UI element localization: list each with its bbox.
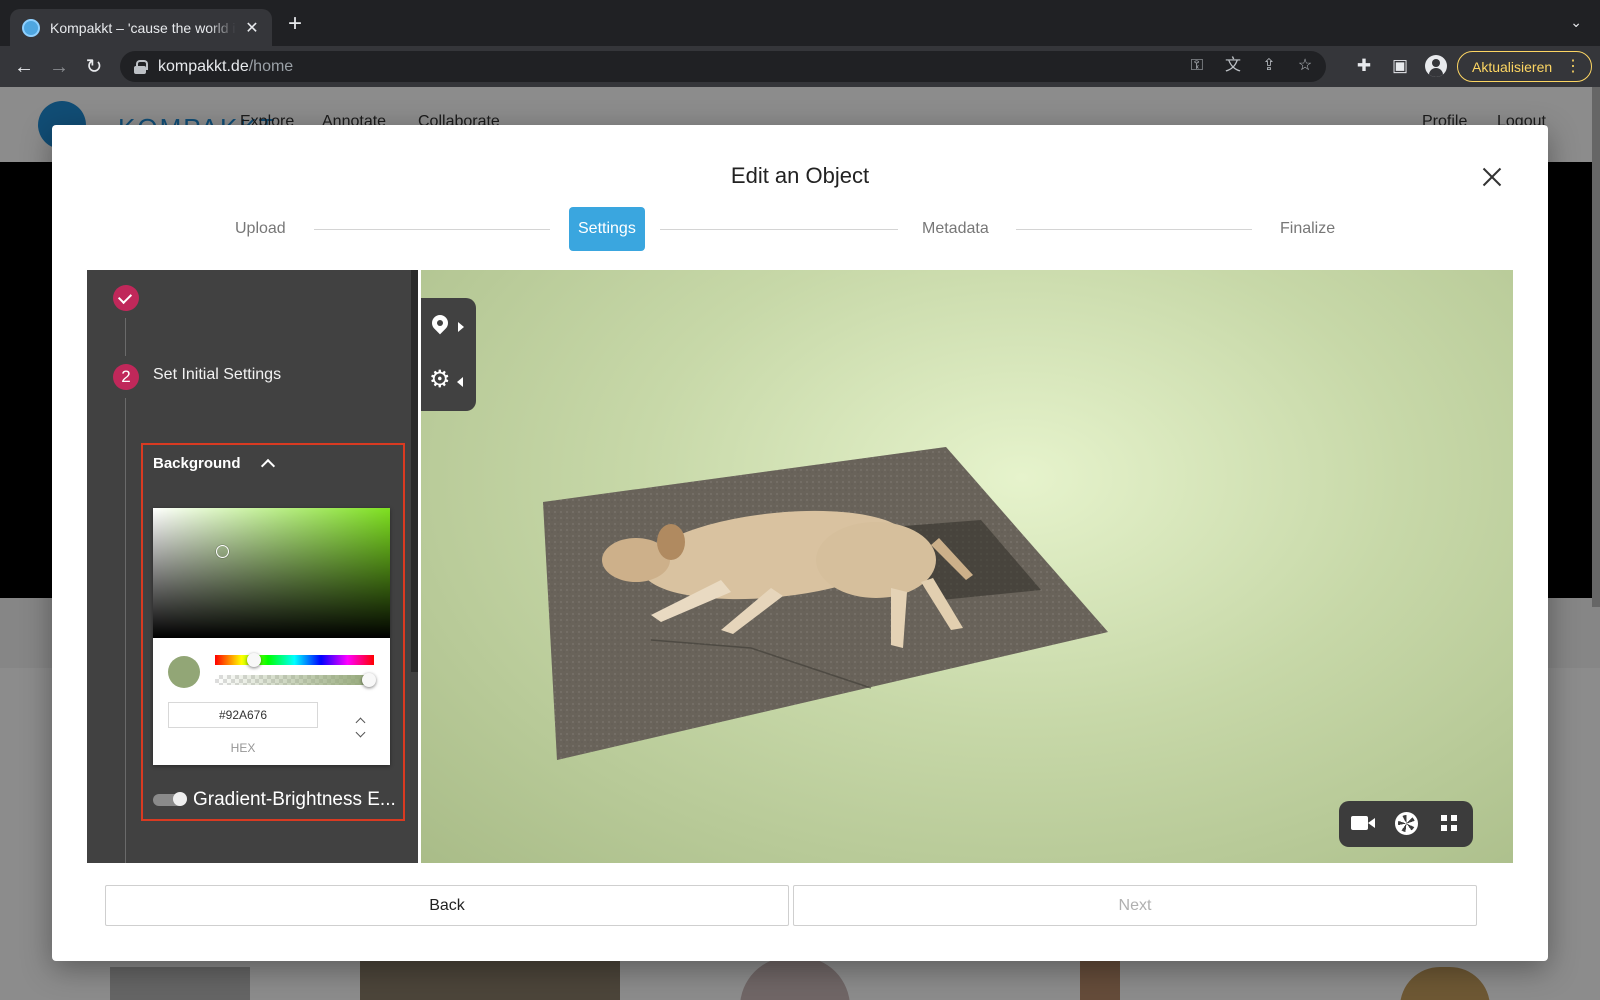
fullscreen-icon[interactable] xyxy=(1441,815,1457,831)
tab-close-icon[interactable]: ✕ xyxy=(242,18,262,38)
hue-slider-knob[interactable] xyxy=(247,653,261,667)
alpha-slider-knob[interactable] xyxy=(362,673,376,687)
step-connector xyxy=(660,229,898,230)
gradient-brightness-toggle[interactable] xyxy=(153,792,187,806)
color-cursor-handle[interactable] xyxy=(216,545,229,558)
url-host: kompakkt.de xyxy=(158,57,249,75)
step-connector-line xyxy=(125,318,126,356)
browser-tab[interactable]: Kompakkt – 'cause the world is 3D ✕ xyxy=(10,9,272,46)
viewer-side-toolbar: ⚙ xyxy=(421,298,476,411)
profile-icon[interactable] xyxy=(1425,55,1447,77)
step-complete-check-icon[interactable] xyxy=(113,285,139,311)
background-settings-section: Background HEX Gradient-Brightness E... xyxy=(141,443,405,821)
alpha-slider[interactable] xyxy=(215,673,376,687)
key-icon[interactable]: ⚿ xyxy=(1186,55,1208,77)
expand-right-icon[interactable] xyxy=(458,322,464,332)
close-icon[interactable] xyxy=(1478,163,1506,191)
sidebar-scrollbar[interactable] xyxy=(411,270,418,672)
step-settings[interactable]: Settings xyxy=(569,207,645,251)
forward-arrow-icon[interactable]: → xyxy=(46,54,72,80)
new-tab-button[interactable]: + xyxy=(288,12,302,36)
step-label[interactable]: Set Initial Settings xyxy=(153,366,281,384)
video-camera-icon[interactable] xyxy=(1351,816,1375,830)
hex-input[interactable] xyxy=(168,702,318,728)
browser-tabstrip: Kompakkt – 'cause the world is 3D ✕ + ⌄ xyxy=(0,0,1600,46)
chevron-up-icon[interactable] xyxy=(260,458,276,474)
extensions-icon[interactable]: ✚ xyxy=(1352,54,1376,78)
location-pin-icon[interactable] xyxy=(428,311,452,335)
share-icon[interactable]: ⇪ xyxy=(1258,55,1280,77)
collapse-left-icon[interactable] xyxy=(457,377,463,387)
address-bar[interactable]: kompakkt.de /home ⚿ 文 ⇪ ☆ xyxy=(120,51,1326,82)
kompakkt-favicon-icon xyxy=(22,18,40,37)
step-connector-line xyxy=(125,398,126,863)
next-button[interactable]: Next xyxy=(793,885,1477,926)
update-button-label: Aktualisieren xyxy=(1472,58,1553,75)
star-icon[interactable]: ☆ xyxy=(1294,55,1316,77)
step-connector xyxy=(314,229,550,230)
back-arrow-icon[interactable]: ← xyxy=(11,54,37,80)
page-scrollbar[interactable] xyxy=(1592,87,1600,607)
settings-sidebar: 2 Set Initial Settings Background HEX xyxy=(87,270,418,863)
saturation-value-area[interactable] xyxy=(153,508,390,638)
update-button[interactable]: Aktualisieren ⋮ xyxy=(1457,51,1592,82)
step-number-badge[interactable]: 2 xyxy=(113,364,139,390)
hex-format-label: HEX xyxy=(230,741,256,755)
color-mode-toggle-icon[interactable] xyxy=(353,716,369,740)
tab-search-icon[interactable]: ⌄ xyxy=(1570,14,1582,31)
hue-slider[interactable] xyxy=(215,653,374,667)
browser-toolbar: ← → ↻ kompakkt.de /home ⚿ 文 ⇪ ☆ ✚ ▣ Aktu… xyxy=(0,46,1600,87)
lock-icon[interactable] xyxy=(134,59,148,74)
background-header[interactable]: Background xyxy=(153,455,241,472)
viewer-controls xyxy=(1339,801,1473,847)
step-finalize[interactable]: Finalize xyxy=(1280,207,1335,251)
reload-icon[interactable]: ↻ xyxy=(81,54,107,80)
shutter-icon[interactable] xyxy=(1395,812,1418,835)
back-button[interactable]: Back xyxy=(105,885,789,926)
3d-model-dog[interactable] xyxy=(421,270,1513,863)
edit-object-dialog: Edit an Object Upload Settings Metadata … xyxy=(52,125,1548,961)
gradient-brightness-label: Gradient-Brightness E... xyxy=(193,789,396,810)
color-picker: HEX xyxy=(153,508,390,765)
tab-title: Kompakkt – 'cause the world is 3D xyxy=(50,19,236,36)
translate-icon[interactable]: 文 xyxy=(1222,55,1244,77)
stepper: Upload Settings Metadata Finalize xyxy=(52,207,1548,253)
3d-viewer[interactable]: ⚙ xyxy=(421,270,1513,863)
color-preview-swatch xyxy=(168,656,200,688)
step-connector xyxy=(1016,229,1252,230)
gear-icon[interactable]: ⚙ xyxy=(429,368,451,392)
side-panel-icon[interactable]: ▣ xyxy=(1388,54,1412,78)
url-path: /home xyxy=(248,57,294,75)
dialog-title: Edit an Object xyxy=(730,163,870,188)
step-metadata[interactable]: Metadata xyxy=(922,207,989,251)
step-upload[interactable]: Upload xyxy=(235,207,286,251)
more-vert-icon[interactable]: ⋮ xyxy=(1565,56,1581,76)
